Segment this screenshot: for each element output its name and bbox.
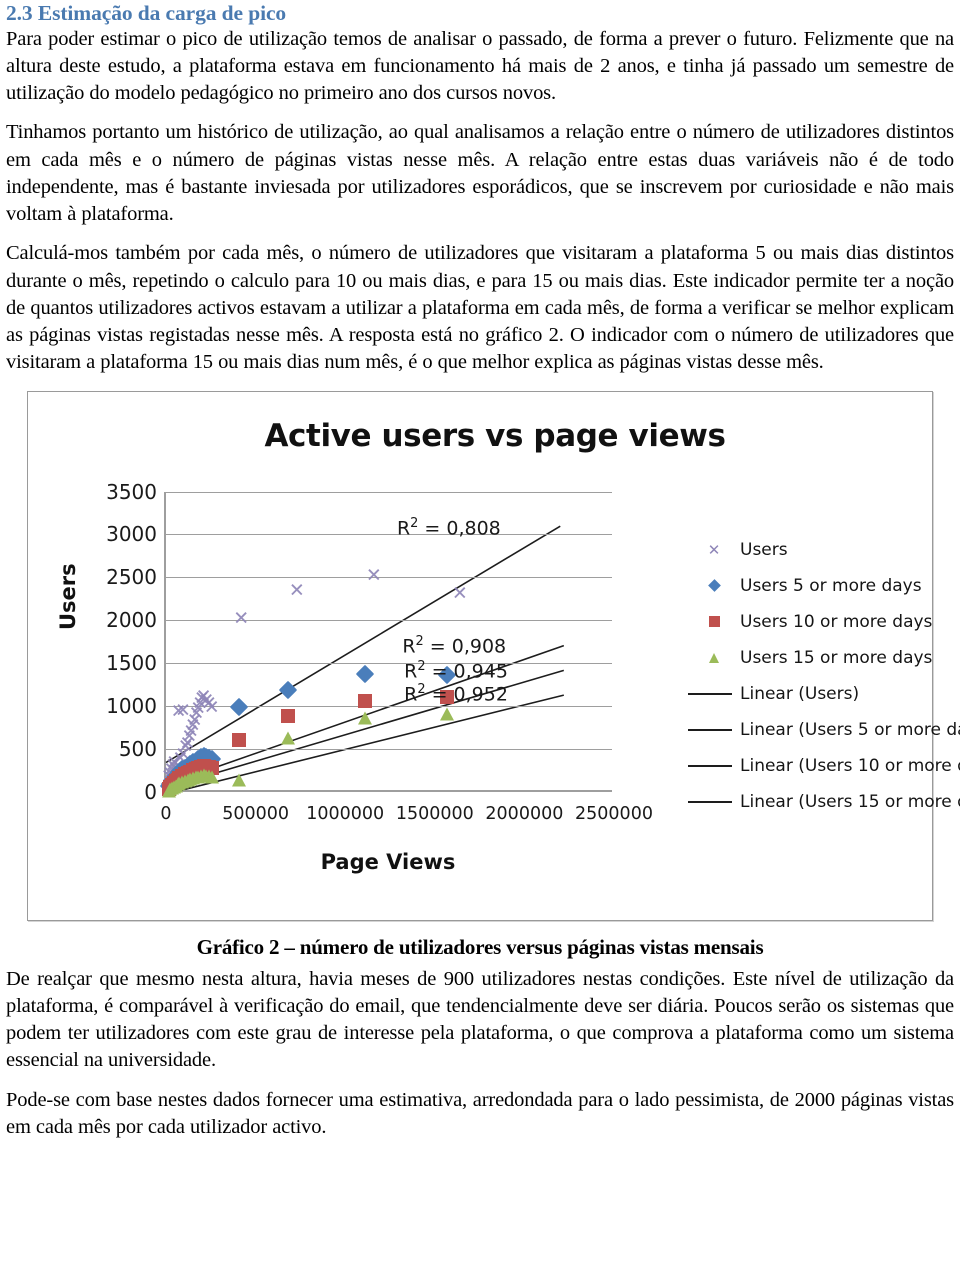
legend-item-label: Users 15 or more days bbox=[740, 647, 933, 668]
legend-item-label: Users 10 or more days bbox=[740, 611, 933, 632]
line-marker-icon bbox=[688, 692, 732, 695]
x-marker-icon: ✕ bbox=[707, 540, 721, 559]
r-squared-annotation: R2 = 0,952 bbox=[404, 682, 508, 706]
figure-caption: Gráfico 2 – número de utilizadores versu… bbox=[196, 934, 764, 959]
x-axis-tick-label: 1500000 bbox=[395, 803, 474, 824]
legend-item: Linear (Users) bbox=[688, 676, 938, 712]
data-point bbox=[204, 770, 219, 784]
data-point bbox=[232, 773, 247, 787]
line-marker-icon bbox=[688, 800, 732, 803]
paragraph-estimativa: Pode-se com base nestes dados fornecer u… bbox=[6, 1088, 954, 1138]
y-axis-tick-label: 2000 bbox=[106, 608, 157, 633]
y-axis-tick-label: 0 bbox=[144, 779, 157, 804]
paragraph-historico: Tinhamos portanto um histórico de utiliz… bbox=[6, 121, 954, 226]
y-axis-title: Users bbox=[56, 562, 80, 630]
legend-item: ✕ Users bbox=[688, 532, 938, 568]
legend-item-label: Users 5 or more days bbox=[740, 575, 922, 596]
square-marker-icon bbox=[708, 616, 720, 628]
data-point bbox=[357, 693, 372, 708]
paragraph-intro: Para poder estimar o pico de utilização … bbox=[6, 27, 954, 105]
data-point: ✕ bbox=[288, 579, 305, 602]
data-point bbox=[440, 707, 455, 721]
chart-legend: ✕ Users Users 5 or more days Users 10 or mo… bbox=[688, 532, 960, 820]
data-point: ✕ bbox=[203, 696, 220, 719]
legend-item: Linear (Users 5 or more days) bbox=[688, 712, 960, 748]
legend-item-label: Users bbox=[740, 539, 788, 560]
legend-item-label: Linear (Users) bbox=[740, 683, 860, 704]
legend-item-label: Linear (Users 15 or more days) bbox=[740, 791, 960, 812]
y-axis-tick-label: 1000 bbox=[106, 693, 157, 718]
x-axis-tick-label: 2000000 bbox=[485, 803, 564, 824]
y-axis-tick-label: 3000 bbox=[106, 522, 157, 547]
x-axis-tick-label: 500000 bbox=[222, 803, 289, 824]
line-marker-icon bbox=[688, 728, 732, 731]
plot-canvas: 0 500 1000 1500 2000 2500 3000 3500 0 500000 10000… bbox=[106, 480, 653, 824]
x-axis-tick-label: 0 bbox=[160, 803, 172, 824]
triangle-marker-icon bbox=[709, 652, 719, 663]
legend-item: Linear (Users 10 or more days) bbox=[688, 748, 960, 784]
data-point: ✕ bbox=[365, 564, 382, 587]
legend-item: Users 10 or more days bbox=[688, 604, 938, 640]
x-axis-tick-label: 1000000 bbox=[306, 803, 385, 824]
gridline bbox=[166, 491, 612, 493]
gridline bbox=[166, 534, 612, 536]
paragraph-calculo: Calculá-mos também por cada mês, o númer… bbox=[6, 242, 954, 374]
data-point bbox=[280, 709, 295, 724]
legend-item-label: Linear (Users 5 or more days) bbox=[740, 719, 960, 740]
gridline bbox=[166, 748, 612, 750]
x-axis-title: Page Views bbox=[320, 849, 456, 874]
data-point: ✕ bbox=[170, 700, 187, 723]
legend-item-label: Linear (Users 10 or more days) bbox=[740, 755, 960, 776]
y-axis-tick-label: 500 bbox=[118, 736, 157, 761]
legend-item: Users 5 or more days bbox=[688, 568, 938, 604]
chart-title: Active users vs page views bbox=[264, 417, 726, 454]
data-point: ✕ bbox=[451, 582, 468, 605]
y-axis-tick-label: 1500 bbox=[106, 650, 157, 675]
plot-area: 0 500 1000 1500 2000 2500 3000 3500 0 500000 10000… bbox=[106, 480, 653, 824]
r-squared-annotation: R2 = 0,908 bbox=[402, 633, 507, 658]
trendline bbox=[165, 693, 565, 795]
legend-item: Users 15 or more days bbox=[688, 640, 938, 676]
gridline bbox=[166, 662, 612, 664]
diamond-marker-icon bbox=[707, 579, 721, 592]
x-axis-tick-label: 2500000 bbox=[575, 803, 653, 824]
line-marker-icon bbox=[688, 764, 732, 767]
r-squared-annotation: R2 = 0,945 bbox=[404, 658, 508, 683]
y-axis-tick-label: 3500 bbox=[106, 479, 157, 504]
data-point bbox=[357, 711, 372, 725]
y-axis-tick-label: 2500 bbox=[106, 565, 157, 590]
document-page: 2.3 Estimação da carga de pico Para pode… bbox=[0, 2, 960, 1141]
legend-item: Linear (Users 15 or more days) bbox=[688, 784, 960, 820]
data-point: ✕ bbox=[233, 607, 250, 630]
page-title: 2.3 Estimação da carga de pico bbox=[6, 1, 287, 25]
paragraph-realcar: De realçar que mesmo nesta altura, havia… bbox=[6, 967, 954, 1072]
chart-figure: Active users vs page views Users Page Vi… bbox=[27, 390, 960, 921]
gridline bbox=[166, 577, 612, 579]
data-point bbox=[280, 731, 295, 745]
data-point bbox=[232, 733, 247, 748]
r-squared-annotation: R2 = 0,808 bbox=[396, 515, 501, 539]
